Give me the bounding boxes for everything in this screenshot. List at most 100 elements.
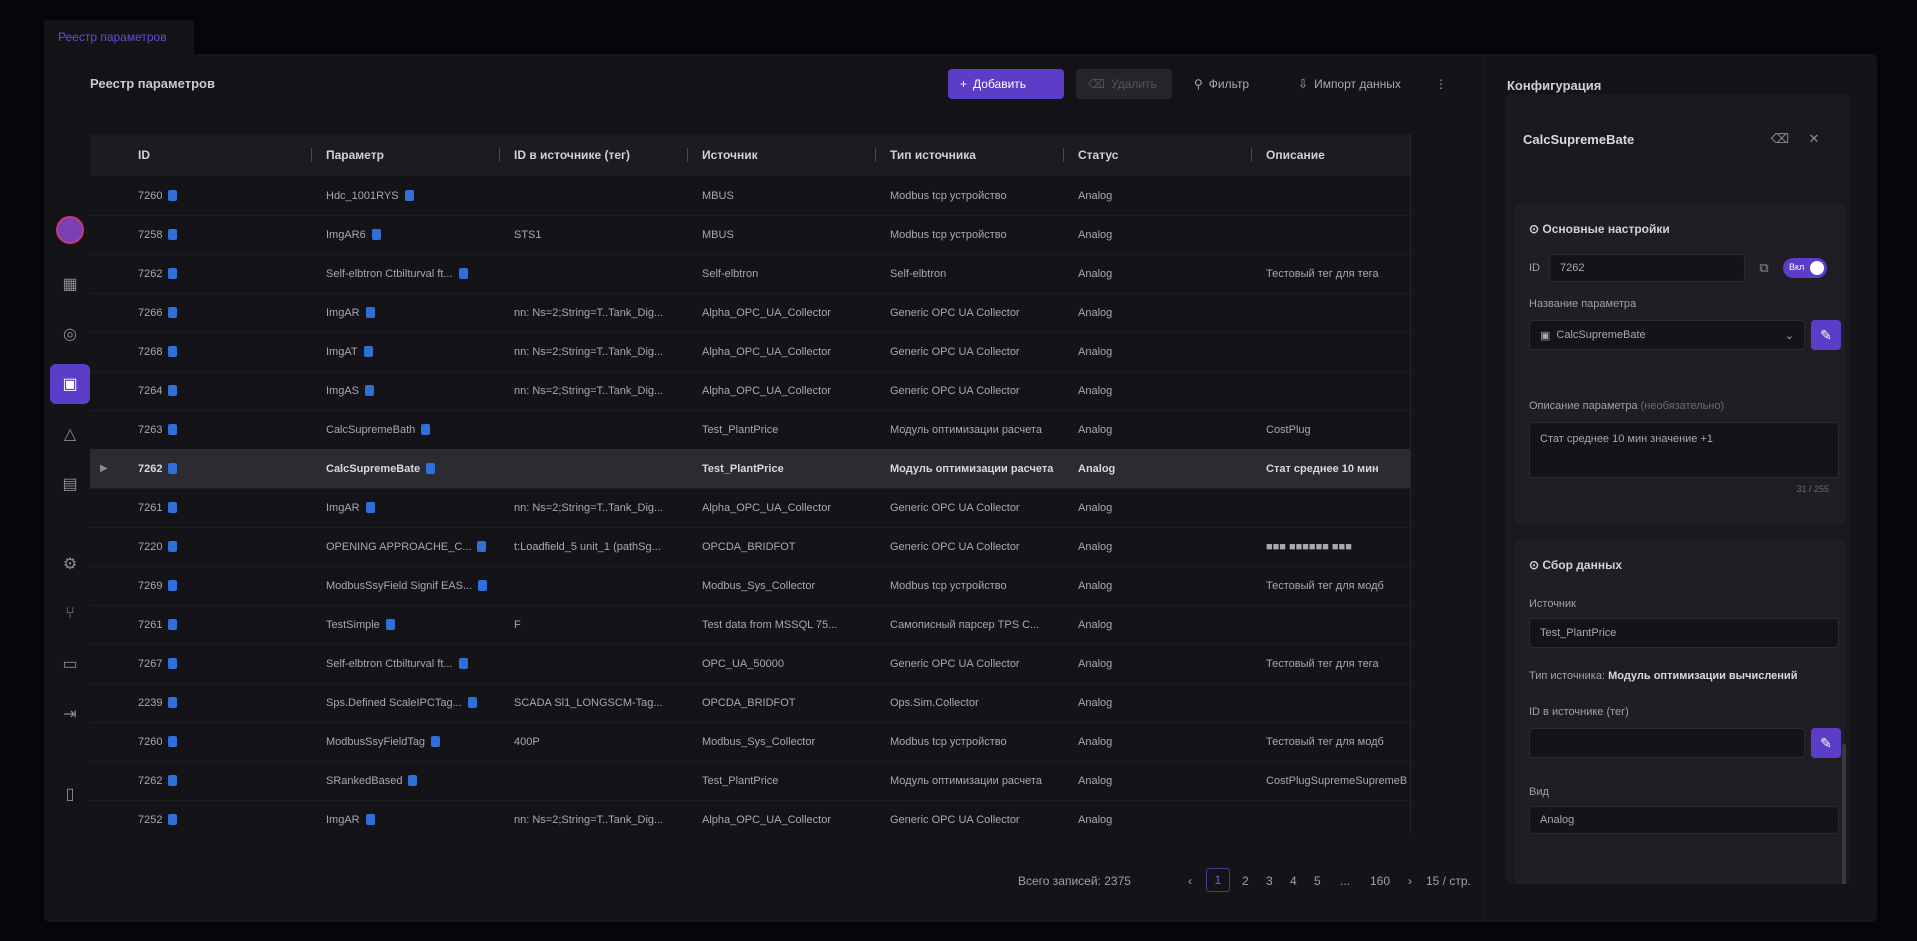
column-header[interactable]: Параметр bbox=[318, 134, 506, 176]
prev-page-icon[interactable]: ‹ bbox=[1188, 874, 1192, 888]
cell-src_id bbox=[506, 176, 694, 215]
source-select[interactable]: Test_PlantPrice bbox=[1529, 618, 1839, 648]
link-icon[interactable] bbox=[404, 190, 414, 201]
column-header[interactable]: ID в источнике (тег) bbox=[506, 134, 694, 176]
page-1[interactable]: 1 bbox=[1206, 868, 1230, 892]
cell-id: 7266 bbox=[130, 293, 318, 332]
link-icon[interactable] bbox=[168, 463, 178, 474]
link-icon[interactable] bbox=[478, 580, 488, 591]
cell-source: Test_PlantPrice bbox=[694, 449, 882, 488]
link-icon[interactable] bbox=[168, 619, 178, 630]
tab-parameters-registry[interactable]: Реестр параметров bbox=[44, 20, 194, 54]
page-ellipsis[interactable]: ... bbox=[1340, 874, 1350, 888]
link-icon[interactable] bbox=[168, 580, 178, 591]
table-row[interactable]: 7260 Hdc_1001RYS MBUS Modbus tcp устройство… bbox=[90, 176, 1462, 216]
table-row[interactable]: 7266 ImgAR nn: Ns=2;String=T..Tank_Dig... A… bbox=[90, 293, 1462, 333]
link-icon[interactable] bbox=[168, 268, 178, 279]
import-button[interactable]: ⇩ Импорт данных bbox=[1286, 69, 1413, 99]
link-icon[interactable] bbox=[168, 736, 178, 747]
link-icon[interactable] bbox=[168, 541, 178, 552]
page-4[interactable]: 4 bbox=[1290, 874, 1297, 888]
table-row[interactable]: 7267 Self-elbtron Ctbilturval ft... OPC_UA… bbox=[90, 644, 1462, 684]
link-icon[interactable] bbox=[363, 346, 373, 357]
trash-icon[interactable]: ⌫ bbox=[1769, 128, 1791, 150]
app-window: ▦ ◎ ▣ △ ▤ ⚙ ⑂ ▭ ⇥ ▯ Реестр параметров + … bbox=[44, 54, 1877, 922]
page-last[interactable]: 160 bbox=[1370, 874, 1390, 888]
table-row[interactable]: ▶ 7262 CalcSupremeBate Test_PlantPrice Модул… bbox=[90, 449, 1462, 489]
cell-type: Generic OPC UA Collector bbox=[882, 293, 1070, 332]
copy-icon[interactable]: ⧉ bbox=[1753, 257, 1775, 279]
enabled-toggle[interactable]: Вкл bbox=[1783, 258, 1827, 278]
link-icon[interactable] bbox=[168, 502, 178, 513]
link-icon[interactable] bbox=[168, 385, 178, 396]
link-icon[interactable] bbox=[168, 658, 178, 669]
table-row[interactable]: 7252 ImgAR nn: Ns=2;String=T..Tank_Dig... A… bbox=[90, 800, 1462, 834]
table-row[interactable]: 7258 ImgAR6 STS1 MBUS Modbus tcp устройство A… bbox=[90, 215, 1462, 255]
table-row[interactable]: 7220 OPENING APPROACHE_C... t:Loadfield_5 … bbox=[90, 527, 1462, 567]
link-icon[interactable] bbox=[385, 619, 395, 630]
panel-scrollbar[interactable] bbox=[1842, 744, 1846, 884]
column-header[interactable]: Статус bbox=[1070, 134, 1258, 176]
link-icon[interactable] bbox=[168, 814, 178, 825]
table-row[interactable]: 7262 SRankedBased Test_PlantPrice Модуль оп… bbox=[90, 761, 1462, 801]
page-5[interactable]: 5 bbox=[1314, 874, 1321, 888]
delete-button[interactable]: ⌫ Удалить bbox=[1076, 69, 1172, 99]
description-textarea[interactable]: Стат среднее 10 мин значение +1 bbox=[1529, 422, 1839, 478]
cell-id: 7268 bbox=[130, 332, 318, 371]
column-header[interactable]: Тип источника bbox=[882, 134, 1070, 176]
cell-id: 7262 bbox=[130, 449, 318, 488]
link-icon[interactable] bbox=[426, 463, 436, 474]
table-row[interactable]: 7268 ImgAT nn: Ns=2;String=T..Tank_Dig... A… bbox=[90, 332, 1462, 372]
column-header[interactable]: Источник bbox=[694, 134, 882, 176]
link-icon[interactable] bbox=[365, 814, 375, 825]
pick-tag-button[interactable]: ✎ bbox=[1811, 728, 1841, 758]
edit-name-button[interactable]: ✎ bbox=[1811, 320, 1841, 350]
link-icon[interactable] bbox=[408, 775, 418, 786]
link-icon[interactable] bbox=[168, 775, 178, 786]
link-icon[interactable] bbox=[371, 229, 381, 240]
link-icon[interactable] bbox=[477, 541, 487, 552]
link-icon[interactable] bbox=[467, 697, 477, 708]
link-icon[interactable] bbox=[365, 307, 375, 318]
link-icon[interactable] bbox=[168, 190, 178, 201]
link-icon[interactable] bbox=[168, 229, 178, 240]
status-field[interactable]: Analog bbox=[1529, 806, 1839, 834]
per-page-select[interactable]: 15 / стр. bbox=[1426, 874, 1471, 888]
cell-text: Alpha_OPC_UA_Collector bbox=[702, 306, 832, 319]
page-2[interactable]: 2 bbox=[1242, 874, 1249, 888]
table-row[interactable]: 7263 CalcSupremeBath Test_PlantPrice Модуль… bbox=[90, 410, 1462, 450]
table-row[interactable]: 7264 ImgAS nn: Ns=2;String=T..Tank_Dig... A… bbox=[90, 371, 1462, 411]
link-icon[interactable] bbox=[458, 268, 468, 279]
cell-text: Generic OPC UA Collector bbox=[890, 540, 1020, 553]
table-row[interactable]: 7260 ModbusSsyFieldTag 400P Modbus_Sys_Coll… bbox=[90, 722, 1462, 762]
filter-button[interactable]: ⚲ Фильтр bbox=[1182, 69, 1261, 99]
close-icon[interactable]: ✕ bbox=[1803, 128, 1825, 150]
name-select[interactable]: ▣ CalcSupremeBate ⌄ bbox=[1529, 320, 1805, 350]
cell-status: Analog bbox=[1070, 683, 1258, 722]
table-row[interactable]: 2239 Sps.Defined ScaleIPCTag... SCADA Sl1_… bbox=[90, 683, 1462, 723]
link-icon[interactable] bbox=[365, 502, 375, 513]
cell-text: Analog bbox=[1078, 774, 1113, 787]
table-row[interactable]: 7269 ModbusSsyField Signif EAS... Modbus_S… bbox=[90, 566, 1462, 606]
add-button[interactable]: + Добавить bbox=[948, 69, 1064, 99]
link-icon[interactable] bbox=[431, 736, 441, 747]
more-options-icon[interactable]: ⋮ bbox=[1426, 69, 1456, 99]
page-3[interactable]: 3 bbox=[1266, 874, 1273, 888]
cell-text: 7261 bbox=[138, 501, 163, 514]
link-icon[interactable] bbox=[365, 385, 375, 396]
column-header[interactable]: ID bbox=[130, 134, 318, 176]
table-row[interactable]: 7262 Self-elbtron Ctbilturval ft... Self-e… bbox=[90, 254, 1462, 294]
srcid-field[interactable] bbox=[1529, 728, 1805, 758]
link-icon[interactable] bbox=[168, 697, 178, 708]
link-icon[interactable] bbox=[168, 424, 178, 435]
table-row[interactable]: 7261 TestSimple F Test data from MSSQL 75..… bbox=[90, 605, 1462, 645]
table-row[interactable]: 7261 ImgAR nn: Ns=2;String=T..Tank_Dig... A… bbox=[90, 488, 1462, 528]
next-page-icon[interactable]: › bbox=[1408, 874, 1412, 888]
link-icon[interactable] bbox=[421, 424, 431, 435]
column-header[interactable]: Описание bbox=[1258, 134, 1410, 176]
id-field[interactable]: 7262 bbox=[1549, 254, 1745, 282]
link-icon[interactable] bbox=[168, 346, 178, 357]
cell-text: OPCDA_BRIDFOT bbox=[702, 540, 796, 553]
link-icon[interactable] bbox=[458, 658, 468, 669]
link-icon[interactable] bbox=[168, 307, 178, 318]
